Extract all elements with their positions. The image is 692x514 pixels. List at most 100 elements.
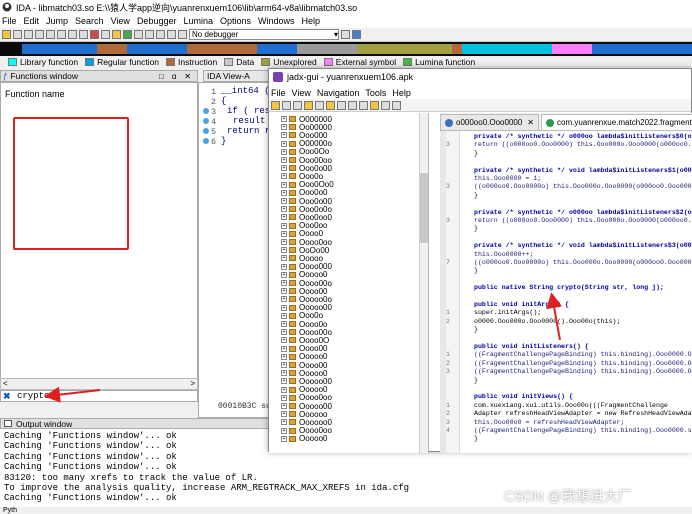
expand-icon[interactable]: + [281,255,287,262]
close-window-icon[interactable]: ✕ [184,72,191,81]
code-line[interactable]: this.Ooo0000++; [474,251,533,259]
expand-icon[interactable]: + [281,370,287,377]
undefine-icon[interactable] [79,30,88,39]
menu-search[interactable]: Search [75,16,104,26]
menu-view[interactable]: View [111,16,130,26]
expand-icon[interactable]: + [281,132,287,139]
code-line[interactable]: } [474,326,478,334]
close-icon[interactable]: □ [159,72,164,81]
open-icon[interactable] [2,30,11,39]
code-line[interactable]: public native String crypto(String str, … [474,284,664,292]
code-editor[interactable]: private /* synthetic */ o000oo lambda$in… [440,131,692,453]
menu-options[interactable]: Options [220,16,251,26]
start-debug-icon[interactable] [156,30,165,39]
expand-icon[interactable]: + [281,239,287,245]
code-line[interactable]: o0000.Ooo000o.Ooo0000().Ooo00o(this); [474,318,620,326]
expand-icon[interactable]: + [281,321,287,327]
breakpoint-dot-icon[interactable] [203,108,209,114]
expand-icon[interactable]: + [281,362,287,368]
sync-icon[interactable] [304,100,313,110]
code-line[interactable]: result [233,116,265,126]
expand-icon[interactable]: + [281,157,287,163]
code-line[interactable]: } [474,150,478,158]
functions-search-bar[interactable]: ✖ crypto [0,390,198,402]
deobfuscation-icon[interactable] [370,100,379,110]
code-line[interactable]: } [474,192,478,200]
run-script-icon[interactable] [123,30,132,39]
code-line[interactable]: private /* synthetic */ o000oo lambda$in… [474,133,692,141]
expand-icon[interactable]: + [281,198,287,204]
expand-icon[interactable]: + [281,247,287,254]
text-icon[interactable] [68,30,77,39]
jadx-menu-tools[interactable]: Tools [365,88,386,98]
menu-jump[interactable]: Jump [46,16,68,26]
expand-icon[interactable]: + [281,116,287,122]
functions-window-title[interactable]: ƒ Functions window □ ɑ ✕ [0,70,198,82]
code-line[interactable]: ((o000oo0.Ooo0000o) this.Ooo000o.Ooo0000… [474,183,692,191]
code-line[interactable]: super.initArgs(); [474,309,541,317]
search-icon[interactable] [326,100,335,110]
code-line[interactable]: ((FragmentChallengePageBinding) this.bin… [474,351,692,359]
code-line[interactable]: } [221,136,226,146]
expand-icon[interactable]: + [281,329,287,336]
expand-icon[interactable]: + [281,206,287,213]
tab-ida-view-a[interactable]: IDA View-A [203,70,273,82]
expand-icon[interactable]: + [281,140,287,147]
expand-icon[interactable]: + [281,280,287,286]
expand-icon[interactable]: + [281,222,287,229]
expand-icon[interactable]: + [281,271,287,278]
tab-ooo0000[interactable]: o000oo0.Ooo0000 ✕ [440,114,539,130]
expand-icon[interactable]: + [281,288,287,295]
code-line[interactable]: Adapter refreshHeadViewAdapter = new Ref… [474,410,692,418]
enum-icon[interactable] [112,30,121,39]
code-line[interactable]: } [474,225,478,233]
tree-scrollbar[interactable] [419,113,428,453]
tree-scrollbar-thumb[interactable] [420,173,428,243]
graph-icon[interactable] [90,30,99,39]
expand-icon[interactable]: + [281,403,287,409]
preferences-icon[interactable] [392,100,401,110]
expand-icon[interactable]: + [281,181,287,188]
code-line[interactable]: ((FragmentChallengePageBinding) this.bin… [474,360,692,368]
back-icon[interactable] [348,100,357,110]
lumina-icon[interactable] [352,30,361,39]
breakpoint-dot-icon[interactable] [203,128,209,134]
attach-icon[interactable] [341,30,350,39]
stop-icon[interactable] [178,30,187,39]
menu-help[interactable]: Help [302,16,321,26]
menu-windows[interactable]: Windows [258,16,295,26]
patch-icon[interactable] [134,30,143,39]
expand-icon[interactable]: + [281,435,287,442]
jadx-menu-file[interactable]: File [271,88,286,98]
expand-icon[interactable]: + [281,394,287,401]
code-line[interactable]: private /* synthetic */ void lambda$init… [474,167,692,175]
menu-file[interactable]: File [2,16,17,26]
tree-item[interactable]: + Ooooo0 [281,434,327,443]
expand-icon[interactable]: + [281,345,287,352]
code-line[interactable]: public void initArgs() { [474,301,569,309]
jadx-menu-navigation[interactable]: Navigation [317,88,360,98]
expand-icon[interactable]: + [281,312,287,319]
code-line[interactable]: } [474,377,478,385]
log-icon[interactable] [381,100,390,110]
expand-icon[interactable]: + [281,165,287,172]
jadx-menu-help[interactable]: Help [392,88,411,98]
expand-icon[interactable]: + [281,411,287,418]
debugger-select[interactable]: No debugger ▾ [189,29,339,40]
chevron-right-icon[interactable]: > [190,379,195,388]
expand-icon[interactable]: + [281,378,287,385]
expand-icon[interactable]: + [281,230,287,237]
code-line[interactable]: } [474,435,478,443]
hex-icon[interactable] [46,30,55,39]
menu-debugger[interactable]: Debugger [137,16,177,26]
close-icon[interactable] [145,30,154,39]
struct-icon[interactable] [101,30,110,39]
navigation-band[interactable] [0,42,692,56]
code-line[interactable]: public void initViews() { [474,393,573,401]
open-file-icon[interactable] [271,100,280,110]
code-line[interactable]: if ( res [227,106,270,116]
function-name-column-header[interactable]: Function name [5,89,65,99]
code-line[interactable]: private /* synthetic */ void lambda$init… [474,242,692,250]
code-line[interactable]: ((FragmentChallengePageBinding) this.bin… [474,427,692,435]
expand-icon[interactable]: + [281,148,287,155]
